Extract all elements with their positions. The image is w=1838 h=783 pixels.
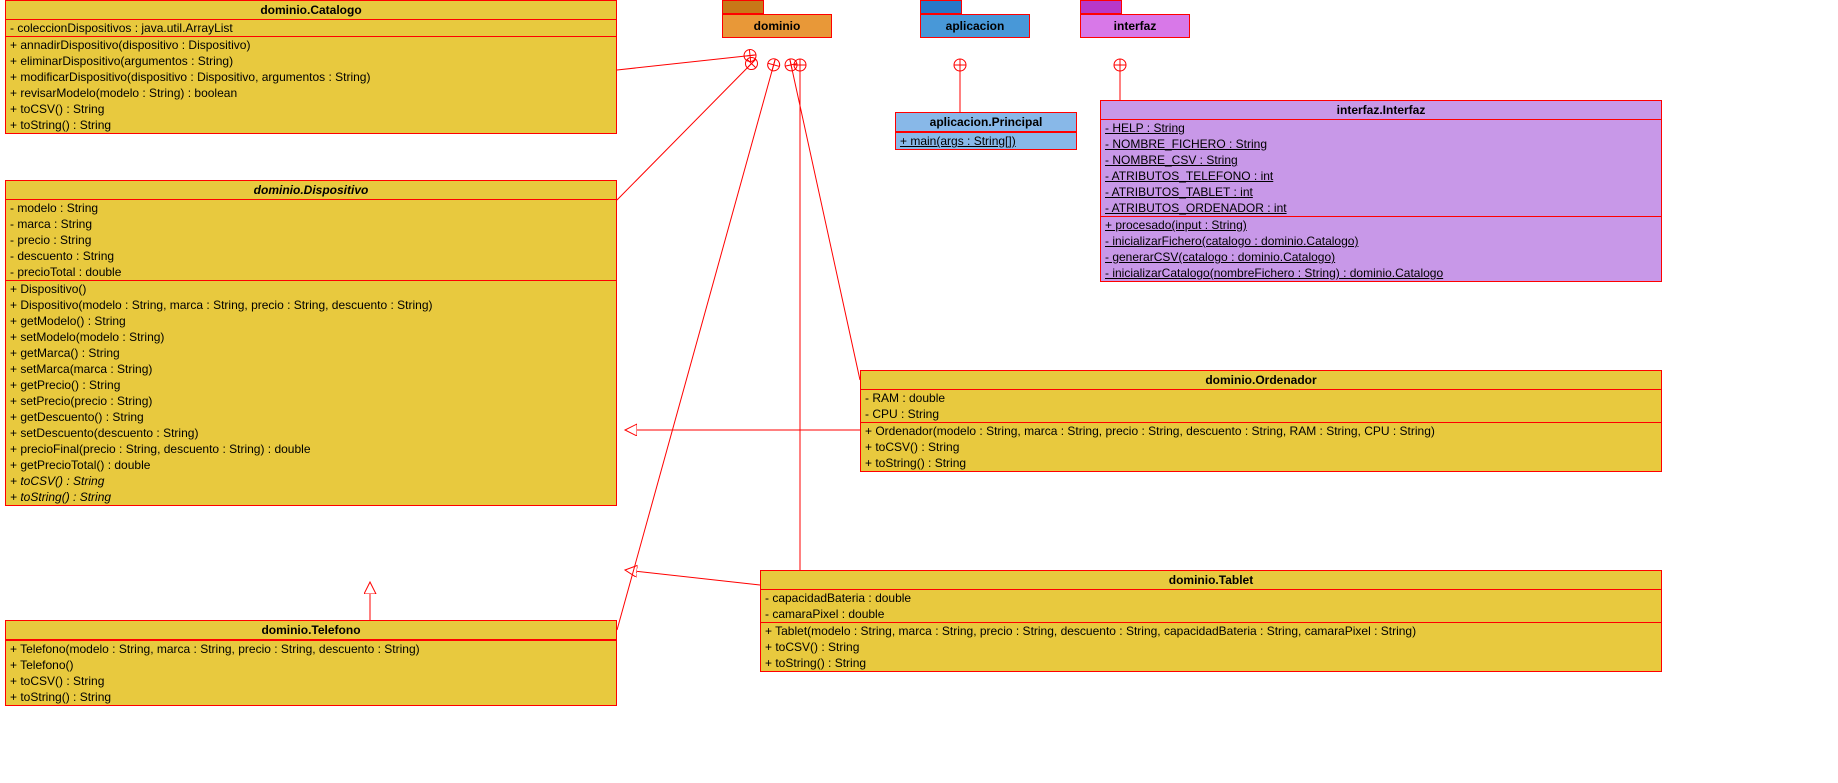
class-interfaz-title: interfaz.Interfaz bbox=[1101, 101, 1661, 120]
attr: - ATRIBUTOS_ORDENADOR : int bbox=[1101, 200, 1661, 216]
class-telefono: dominio.Telefono + Telefono(modelo : Str… bbox=[5, 620, 617, 706]
method: + getPrecio() : String bbox=[6, 377, 616, 393]
method: + getDescuento() : String bbox=[6, 409, 616, 425]
class-interfaz: interfaz.Interfaz - HELP : String - NOMB… bbox=[1100, 100, 1662, 282]
method: - generarCSV(catalogo : dominio.Catalogo… bbox=[1101, 249, 1661, 265]
method: + modificarDispositivo(dispositivo : Dis… bbox=[6, 69, 616, 85]
attr: - NOMBRE_CSV : String bbox=[1101, 152, 1661, 168]
attr: - CPU : String bbox=[861, 406, 1661, 422]
class-catalogo: dominio.Catalogo - coleccionDispositivos… bbox=[5, 0, 617, 134]
method: + procesado(input : String) bbox=[1101, 217, 1661, 233]
attr: - marca : String bbox=[6, 216, 616, 232]
method: + Tablet(modelo : String, marca : String… bbox=[761, 623, 1661, 639]
class-principal: aplicacion.Principal + main(args : Strin… bbox=[895, 112, 1077, 150]
method: + eliminarDispositivo(argumentos : Strin… bbox=[6, 53, 616, 69]
method: + setPrecio(precio : String) bbox=[6, 393, 616, 409]
attr: - RAM : double bbox=[861, 390, 1661, 406]
class-telefono-title: dominio.Telefono bbox=[6, 621, 616, 640]
pkg-interfaz: interfaz bbox=[1080, 14, 1190, 38]
class-principal-title: aplicacion.Principal bbox=[896, 113, 1076, 132]
method: + setDescuento(descuento : String) bbox=[6, 425, 616, 441]
method: + getModelo() : String bbox=[6, 313, 616, 329]
attr: - modelo : String bbox=[6, 200, 616, 216]
attr: - ATRIBUTOS_TELEFONO : int bbox=[1101, 168, 1661, 184]
class-dispositivo: dominio.Dispositivo - modelo : String - … bbox=[5, 180, 617, 506]
method: + toString() : String bbox=[6, 689, 616, 705]
attr: - coleccionDispositivos : java.util.Arra… bbox=[6, 20, 616, 36]
class-ordenador-title: dominio.Ordenador bbox=[861, 371, 1661, 390]
class-tablet: dominio.Tablet - capacidadBateria : doub… bbox=[760, 570, 1662, 672]
attr: - HELP : String bbox=[1101, 120, 1661, 136]
method: + toString() : String bbox=[6, 117, 616, 133]
pkg-aplicacion-tab bbox=[920, 0, 962, 14]
method: + precioFinal(precio : String, descuento… bbox=[6, 441, 616, 457]
pkg-dominio: dominio bbox=[722, 14, 832, 38]
method: - inicializarCatalogo(nombreFichero : St… bbox=[1101, 265, 1661, 281]
method: + Telefono(modelo : String, marca : Stri… bbox=[6, 641, 616, 657]
attr: - precio : String bbox=[6, 232, 616, 248]
attr: - ATRIBUTOS_TABLET : int bbox=[1101, 184, 1661, 200]
method: + Telefono() bbox=[6, 657, 616, 673]
method: + toCSV() : String bbox=[761, 639, 1661, 655]
method: + setMarca(marca : String) bbox=[6, 361, 616, 377]
class-catalogo-title: dominio.Catalogo bbox=[6, 1, 616, 20]
pkg-dominio-tab bbox=[722, 0, 764, 14]
method: + Dispositivo(modelo : String, marca : S… bbox=[6, 297, 616, 313]
attr: - precioTotal : double bbox=[6, 264, 616, 280]
method: + getPrecioTotal() : double bbox=[6, 457, 616, 473]
method: + toCSV() : String bbox=[6, 673, 616, 689]
pkg-aplicacion-label: aplicacion bbox=[946, 19, 1005, 33]
method: + toString() : String bbox=[6, 489, 616, 505]
attr: - camaraPixel : double bbox=[761, 606, 1661, 622]
method: + toCSV() : String bbox=[861, 439, 1661, 455]
method: - inicializarFichero(catalogo : dominio.… bbox=[1101, 233, 1661, 249]
method: + getMarca() : String bbox=[6, 345, 616, 361]
attr: - NOMBRE_FICHERO : String bbox=[1101, 136, 1661, 152]
method: + main(args : String[]) bbox=[896, 133, 1076, 149]
class-tablet-title: dominio.Tablet bbox=[761, 571, 1661, 590]
method: + Dispositivo() bbox=[6, 281, 616, 297]
method: + revisarModelo(modelo : String) : boole… bbox=[6, 85, 616, 101]
method: + annadirDispositivo(dispositivo : Dispo… bbox=[6, 37, 616, 53]
method: + toString() : String bbox=[861, 455, 1661, 471]
class-ordenador: dominio.Ordenador - RAM : double - CPU :… bbox=[860, 370, 1662, 472]
method: + toCSV() : String bbox=[6, 101, 616, 117]
method: + toCSV() : String bbox=[6, 473, 616, 489]
attr: - descuento : String bbox=[6, 248, 616, 264]
pkg-interfaz-tab bbox=[1080, 0, 1122, 14]
pkg-aplicacion: aplicacion bbox=[920, 14, 1030, 38]
method: + toString() : String bbox=[761, 655, 1661, 671]
method: + setModelo(modelo : String) bbox=[6, 329, 616, 345]
pkg-interfaz-label: interfaz bbox=[1114, 19, 1157, 33]
pkg-dominio-label: dominio bbox=[754, 19, 801, 33]
attr: - capacidadBateria : double bbox=[761, 590, 1661, 606]
class-dispositivo-title: dominio.Dispositivo bbox=[6, 181, 616, 200]
method: + Ordenador(modelo : String, marca : Str… bbox=[861, 423, 1661, 439]
